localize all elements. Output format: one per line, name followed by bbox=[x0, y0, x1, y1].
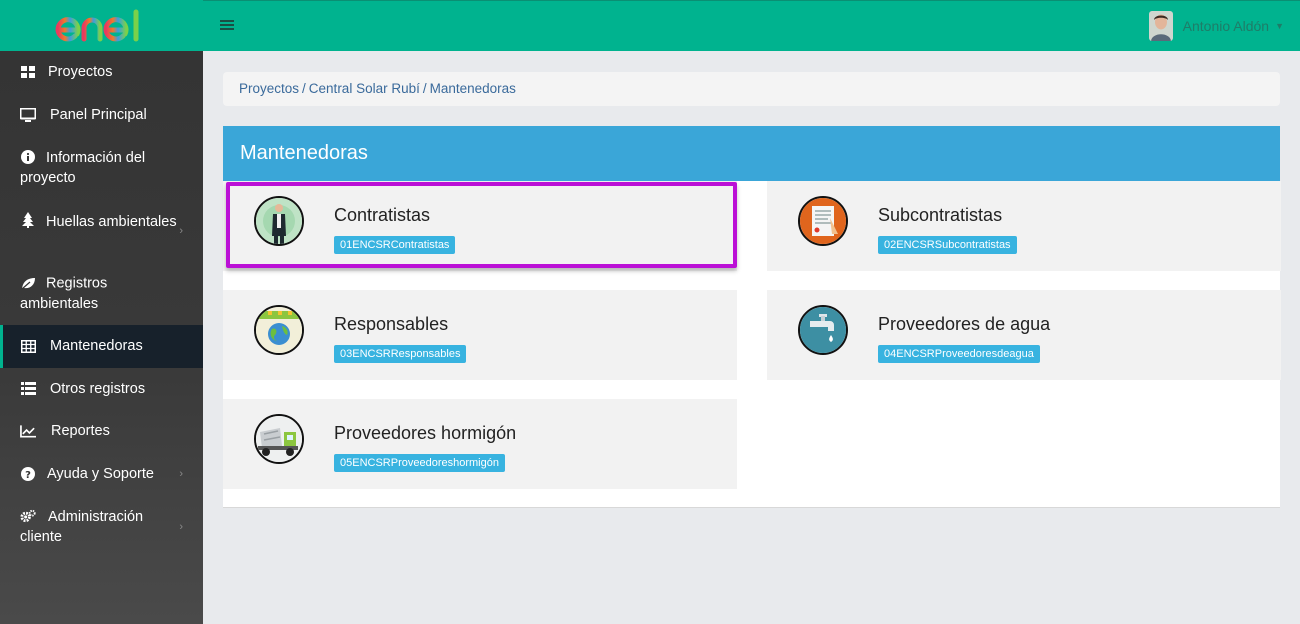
user-menu[interactable]: Antonio Aldón ▼ bbox=[1148, 11, 1284, 41]
sidebar-item-administracion[interactable]: Administración cliente › bbox=[0, 495, 203, 558]
list-icon bbox=[20, 381, 36, 397]
card-responsables[interactable]: Responsables 03ENCSRResponsables bbox=[223, 290, 737, 380]
sidebar-item-label: Reportes bbox=[51, 423, 110, 440]
monitor-icon bbox=[20, 107, 36, 123]
card-code-badge: 03ENCSRResponsables bbox=[334, 345, 467, 363]
card-proveedores-agua[interactable]: Proveedores de agua 04ENCSRProveedoresde… bbox=[767, 290, 1281, 380]
document-icon bbox=[798, 196, 848, 246]
card-proveedores-hormigon[interactable]: Proveedores hormigón 05ENCSRProveedoresh… bbox=[223, 399, 737, 489]
sidebar-item-proyectos[interactable]: Proyectos bbox=[0, 51, 203, 94]
grid-icon bbox=[20, 64, 36, 80]
sidebar-item-huellas[interactable]: Huellas ambientales › bbox=[0, 199, 203, 262]
hamburger-menu-icon[interactable] bbox=[220, 20, 234, 32]
question-icon: ? bbox=[20, 466, 36, 482]
breadcrumb: Proyectos / Central Solar Rubí / Mantenedora… bbox=[223, 72, 1280, 106]
breadcrumb-separator: / bbox=[422, 81, 427, 96]
card-code-badge: 05ENCSRProveedoreshormigón bbox=[334, 454, 505, 472]
sidebar-item-label: Administración cliente bbox=[20, 509, 144, 545]
card-title: Contratistas bbox=[334, 205, 431, 225]
card-contratistas[interactable]: Contratistas 01ENCSRContratistas bbox=[223, 181, 737, 271]
caret-down-icon: ▼ bbox=[1275, 21, 1284, 31]
sidebar-item-label: Ayuda y Soporte bbox=[47, 465, 154, 482]
sidebar-item-panel-principal[interactable]: Panel Principal bbox=[0, 94, 203, 137]
enel-logo bbox=[55, 9, 138, 41]
table-icon bbox=[20, 338, 36, 354]
sidebar-item-label: Mantenedoras bbox=[50, 338, 143, 355]
card-title: Subcontratistas bbox=[878, 205, 1003, 225]
concrete-truck-icon bbox=[254, 414, 304, 464]
card-title: Proveedores hormigón bbox=[334, 423, 517, 443]
globe-icon bbox=[254, 305, 304, 355]
sidebar-item-label: Panel Principal bbox=[50, 106, 147, 123]
gears-icon bbox=[20, 508, 36, 524]
card-subcontratistas[interactable]: Subcontratistas 02ENCSRSubcontratistas bbox=[767, 181, 1281, 271]
card-code-badge: 02ENCSRSubcontratistas bbox=[878, 236, 1017, 254]
sidebar-item-otros-registros[interactable]: Otros registros bbox=[0, 368, 203, 411]
worker-icon bbox=[254, 196, 304, 246]
card-title: Responsables bbox=[334, 314, 449, 334]
leaf-icon bbox=[20, 275, 36, 291]
sidebar-item-ayuda[interactable]: ? Ayuda y Soporte › bbox=[0, 453, 203, 496]
sidebar-item-informacion[interactable]: Información del proyecto bbox=[0, 136, 203, 199]
chevron-right-icon: › bbox=[179, 224, 183, 237]
card-code-badge: 04ENCSRProveedoresdeagua bbox=[878, 345, 1040, 363]
panel-title: Mantenedoras bbox=[223, 126, 1280, 181]
sidebar-item-label: Proyectos bbox=[48, 64, 113, 81]
sidebar-item-label: Información del proyecto bbox=[20, 150, 146, 186]
card-code-badge: 01ENCSRContratistas bbox=[334, 236, 456, 254]
sidebar-item-label: Otros registros bbox=[50, 380, 146, 397]
chevron-right-icon: › bbox=[179, 520, 183, 533]
breadcrumb-item-proyectos[interactable]: Proyectos bbox=[239, 81, 299, 96]
chart-icon bbox=[20, 423, 36, 439]
svg-text:?: ? bbox=[25, 470, 31, 481]
avatar bbox=[1148, 11, 1173, 41]
chevron-right-icon: › bbox=[179, 467, 183, 480]
sidebar-item-reportes[interactable]: Reportes bbox=[0, 410, 203, 453]
breadcrumb-item-central-solar[interactable]: Central Solar Rubí bbox=[309, 81, 420, 96]
water-tap-icon bbox=[798, 305, 848, 355]
sidebar-nav: Proyectos Panel Principal Información de… bbox=[0, 51, 203, 558]
breadcrumb-item-current: Mantenedoras bbox=[429, 81, 516, 96]
user-name: Antonio Aldón bbox=[1182, 18, 1270, 34]
tree-icon bbox=[20, 212, 36, 228]
sidebar-item-mantenedoras[interactable]: Mantenedoras bbox=[0, 325, 203, 368]
info-icon bbox=[20, 149, 36, 165]
sidebar: Proyectos Panel Principal Información de… bbox=[0, 0, 203, 624]
sidebar-item-registros[interactable]: Registros ambientales bbox=[0, 262, 203, 325]
top-header: Antonio Aldón ▼ bbox=[203, 0, 1300, 51]
mantenedoras-panel: Mantenedoras Contratistas 01ENCSRContrat… bbox=[223, 126, 1281, 508]
card-title: Proveedores de agua bbox=[878, 314, 1051, 334]
logo-area[interactable] bbox=[0, 0, 203, 51]
breadcrumb-separator: / bbox=[302, 81, 306, 96]
sidebar-item-label: Huellas ambientales bbox=[46, 214, 177, 230]
